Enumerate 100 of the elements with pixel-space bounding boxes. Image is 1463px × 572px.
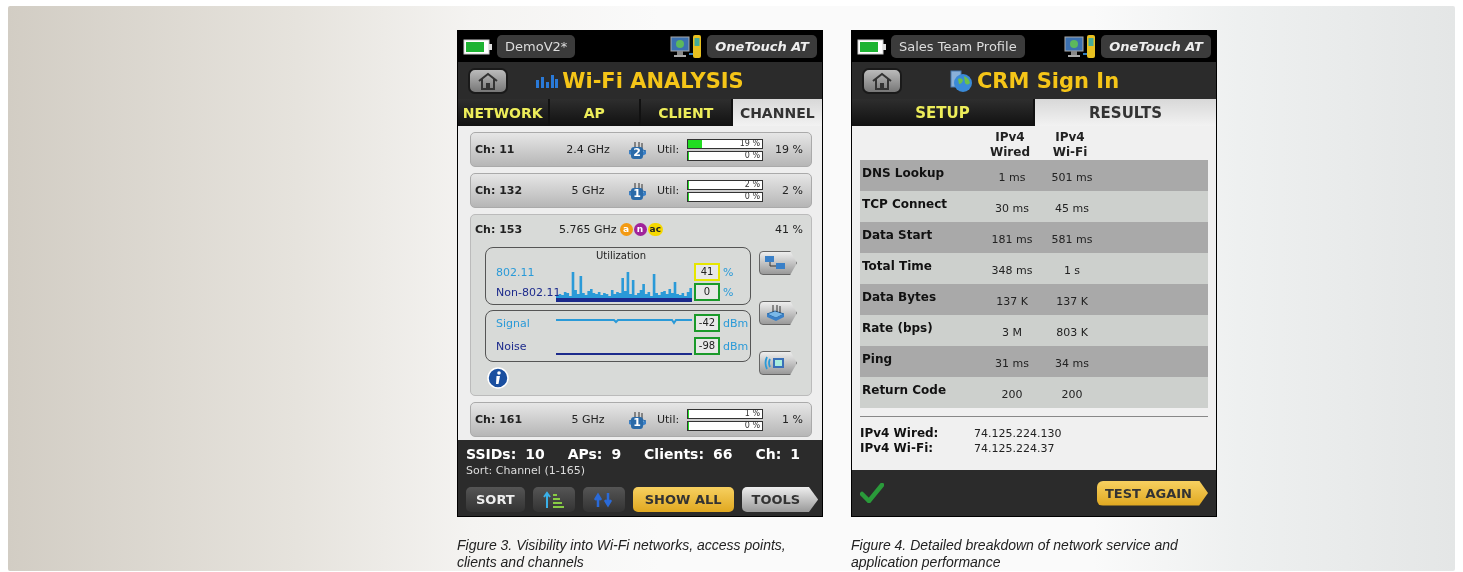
- stat-value: 9: [611, 446, 622, 462]
- tab[interactable]: CHANNEL: [732, 99, 822, 126]
- metric-label: Data Bytes: [862, 290, 938, 304]
- ap-count: 2: [631, 146, 643, 159]
- unit-label: dBm: [722, 316, 746, 330]
- stat-value: 1: [790, 446, 800, 462]
- metric-label: Rate (bps): [862, 321, 934, 335]
- device-connection-icon: [1063, 33, 1098, 60]
- series-label: Noise: [496, 339, 528, 353]
- table-cell-text: 137 K: [1055, 295, 1089, 308]
- channel-number: Ch: 132: [475, 184, 524, 197]
- table-cell-text: 34 ms: [1054, 357, 1090, 370]
- home-button[interactable]: [468, 67, 508, 94]
- tab[interactable]: AP: [549, 99, 639, 126]
- mode-badge: n: [633, 222, 647, 236]
- wireless-device-icon: [764, 354, 786, 372]
- router-icon: [764, 304, 786, 322]
- battery-icon: [857, 38, 887, 55]
- table-cell-text: 137 K: [995, 295, 1029, 308]
- table-cell-text: 30 ms: [994, 202, 1030, 215]
- globe-icon: [948, 68, 973, 93]
- home-icon: [871, 71, 893, 90]
- table-cell-text: 181 ms: [990, 233, 1034, 246]
- table-cell-text: 3 M: [1001, 326, 1023, 339]
- sort-button[interactable]: SORT: [466, 487, 525, 512]
- util-label: Util:: [657, 184, 681, 197]
- channel-utilization: 2 %: [781, 184, 803, 197]
- unit-label: dBm: [722, 339, 746, 353]
- tab[interactable]: RESULTS: [1035, 99, 1216, 126]
- table-cell-text: 348 ms: [990, 264, 1034, 277]
- stat-label: Clients:: [644, 446, 705, 462]
- column-header: IPv4 Wired: [989, 130, 1031, 160]
- home-icon: [477, 71, 499, 90]
- signal-bars-icon: [536, 73, 559, 88]
- value-box: -42: [694, 314, 720, 332]
- value-box: 41: [694, 263, 720, 281]
- address-label: IPv4 Wi-Fi:: [860, 441, 935, 455]
- value-box: 0: [694, 283, 720, 301]
- device-connection-icon: [669, 33, 704, 60]
- metric-label: Data Start: [862, 228, 934, 242]
- metric-label: DNS Lookup: [862, 166, 946, 180]
- device-name: OneTouch AT: [707, 35, 817, 58]
- metric-label: Return Code: [862, 383, 948, 397]
- device-name: OneTouch AT: [1101, 35, 1211, 58]
- channel-utilization: 41 %: [775, 222, 803, 236]
- address-label: IPv4 Wired:: [860, 426, 940, 440]
- tab[interactable]: CLIENT: [641, 99, 731, 126]
- address-value: 74.125.224.37: [974, 441, 1056, 455]
- series-label: Non-802.11: [496, 285, 562, 299]
- stat-value: 10: [525, 446, 545, 462]
- frequency-label: 5 GHz: [570, 184, 606, 197]
- series-label: 802.11: [496, 265, 536, 279]
- info-icon[interactable]: [487, 367, 509, 389]
- interferer-button[interactable]: [759, 351, 797, 375]
- table-cell-text: 803 K: [1055, 326, 1089, 339]
- stat-label: SSIDs:: [466, 446, 517, 462]
- frequency-label: 5.765 GHz: [559, 222, 617, 236]
- refresh-button[interactable]: [582, 487, 625, 512]
- frequency-label: 2.4 GHz: [565, 143, 611, 156]
- test-again-button[interactable]: TEST AGAIN: [1097, 480, 1208, 506]
- stat-value: 66: [713, 446, 733, 462]
- access-point-button[interactable]: [759, 301, 797, 325]
- home-button[interactable]: [862, 67, 902, 94]
- table-cell-text: 31 ms: [994, 357, 1030, 370]
- figure-caption: Figure 4. Detailed breakdown of network service and application performance: [851, 537, 1179, 571]
- access-point-list-button[interactable]: [759, 251, 797, 275]
- table-cell-text: 1 ms: [997, 171, 1027, 184]
- sort-order-icon: [542, 490, 565, 509]
- channel-number: Ch: 11: [475, 143, 516, 156]
- ap-count: 1: [631, 416, 643, 429]
- table-cell-text: 501 ms: [1050, 171, 1094, 184]
- ap-count: 1: [631, 187, 643, 200]
- table-cell-text: 45 ms: [1054, 202, 1090, 215]
- util-label: Util:: [657, 143, 681, 156]
- series-label: Signal: [496, 316, 531, 330]
- metric-label: TCP Connect: [862, 197, 949, 211]
- unit-label: %: [722, 285, 735, 299]
- channel-utilization: 19 %: [774, 143, 803, 156]
- table-cell-text: 1 s: [1062, 264, 1082, 277]
- battery-icon: [463, 38, 493, 55]
- table-cell-text: 581 ms: [1050, 233, 1094, 246]
- panel-title: Utilization: [594, 249, 648, 261]
- metric-label: Ping: [862, 352, 894, 366]
- tools-button[interactable]: TOOLS: [741, 487, 819, 512]
- tab[interactable]: NETWORK: [458, 99, 548, 126]
- tab[interactable]: SETUP: [852, 99, 1033, 126]
- screen-title: Wi-Fi ANALYSIS: [562, 68, 744, 93]
- stat-label: Ch:: [755, 446, 782, 462]
- sort-order-button[interactable]: [532, 487, 575, 512]
- channel-details-panel[interactable]: Ch: 153 5.765 GHz a n ac 41 % Utilization 802.11 41 % Non-802.11 0 % Signal -42 dBm Noise -98 dBm: [470, 214, 812, 396]
- network-icon: [764, 254, 786, 272]
- frequency-label: 5 GHz: [570, 413, 606, 426]
- unit-label: %: [722, 265, 735, 279]
- profile-name[interactable]: DemoV2*: [497, 35, 576, 58]
- table-cell-text: 200: [1000, 388, 1024, 401]
- channel-number: Ch: 161: [475, 413, 524, 426]
- figure-caption: Figure 3. Visibility into Wi-Fi networks, access points, clients and channels: [457, 537, 787, 571]
- value-box: -98: [694, 337, 720, 355]
- show-all-button[interactable]: SHOW ALL: [632, 487, 734, 512]
- profile-name[interactable]: Sales Team Profile: [891, 35, 1025, 58]
